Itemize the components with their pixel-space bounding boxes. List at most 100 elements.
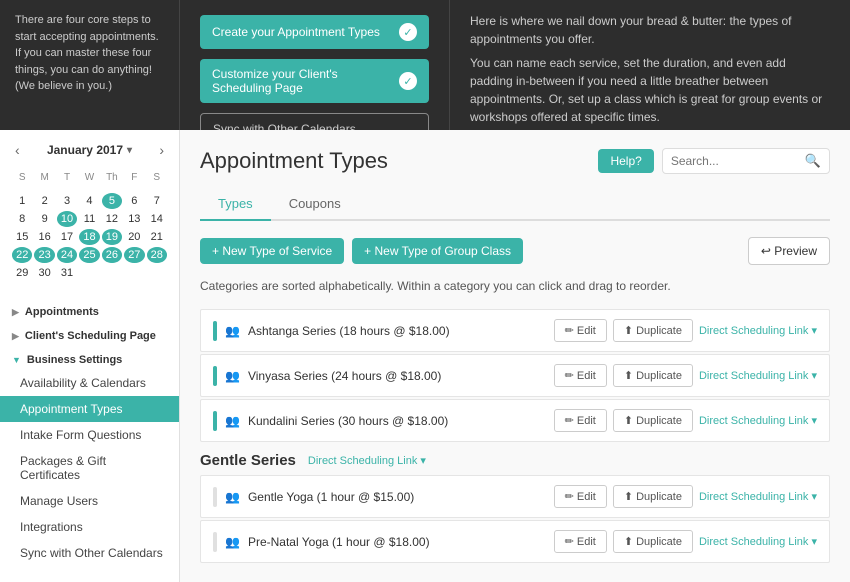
cal-day-t: T [57,170,77,185]
sidebar-item-manage-users[interactable]: Manage Users [0,488,179,514]
cal-day-th: Th [102,170,122,185]
calendar-prev-button[interactable]: ‹ [10,140,25,160]
info-text: Categories are sorted alphabetically. Wi… [200,277,830,295]
group-title: Gentle Series [200,452,296,469]
appointments-caret: ▶ [12,307,19,318]
sidebar-item-availability[interactable]: Availability & Calendars [0,370,179,396]
service-color-bar [213,321,217,341]
step-1-check: ✓ [399,23,417,41]
search-input[interactable] [671,154,801,168]
service-name: Kundalini Series (30 hours @ $18.00) [248,414,448,428]
edit-button-gentle[interactable]: ✏ Edit [554,485,607,508]
calendar-month-arrow: ▾ [127,145,132,156]
service-left: 👥 Ashtanga Series (18 hours @ $18.00) [213,321,450,341]
service-name: Gentle Yoga (1 hour @ $15.00) [248,490,414,504]
group-icon: 👥 [225,324,240,338]
search-icon: 🔍 [805,153,821,169]
services-list: 👥 Ashtanga Series (18 hours @ $18.00) ✏ … [200,309,830,442]
sidebar-section-business[interactable]: ▼ Business Settings [0,346,179,370]
banner-steps: Create your Appointment Types ✓ Customiz… [180,0,450,130]
sidebar-section-appointments[interactable]: ▶ Appointments [0,298,179,322]
banner-right-text: You can name each service, set the durat… [470,54,830,126]
banner-left-text: There are four core steps to start accep… [15,12,164,95]
duplicate-button-0[interactable]: ⬆ Duplicate [613,319,693,342]
service-row-vinyasa: 👥 Vinyasa Series (24 hours @ $18.00) ✏ E… [200,354,830,397]
edit-button-2[interactable]: ✏ Edit [554,409,607,432]
scheduling-caret: ▶ [12,331,19,342]
direct-link-0[interactable]: Direct Scheduling Link ▾ [699,324,817,337]
calendar-next-button[interactable]: › [154,140,169,160]
service-left: 👥 Gentle Yoga (1 hour @ $15.00) [213,487,414,507]
business-caret: ▼ [12,355,21,365]
direct-link-gentle[interactable]: Direct Scheduling Link ▾ [699,490,817,503]
sidebar-item-sync-calendars[interactable]: Sync with Other Calendars [0,540,179,566]
sidebar-appointments-label: Appointments [25,306,99,318]
calendar: ‹ January 2017 ▾ › S M T W Th F S [0,130,179,293]
edit-button-1[interactable]: ✏ Edit [554,364,607,387]
step-2-label: Customize your Client's Scheduling Page [212,67,399,95]
service-actions: ✏ Edit ⬆ Duplicate Direct Scheduling Lin… [554,409,817,432]
service-left: 👥 Pre-Natal Yoga (1 hour @ $18.00) [213,532,430,552]
service-actions: ✏ Edit ⬆ Duplicate Direct Scheduling Lin… [554,530,817,553]
cal-day-f: F [124,170,144,185]
service-left: 👥 Vinyasa Series (24 hours @ $18.00) [213,366,441,386]
new-group-class-button[interactable]: + New Type of Group Class [352,238,523,264]
main-layout: ‹ January 2017 ▾ › S M T W Th F S [0,130,850,582]
sidebar-section-scheduling[interactable]: ▶ Client's Scheduling Page [0,322,179,346]
service-row-prenatal: 👥 Pre-Natal Yoga (1 hour @ $18.00) ✏ Edi… [200,520,830,563]
sidebar-business-label: Business Settings [27,354,122,366]
duplicate-button-prenatal[interactable]: ⬆ Duplicate [613,530,693,553]
page-title: Appointment Types [200,148,388,174]
sidebar-item-intake-form[interactable]: Intake Form Questions [0,422,179,448]
cal-week-2: 1234567 [12,193,167,209]
step-1-label: Create your Appointment Types [212,25,380,39]
search-box[interactable]: 🔍 [662,148,830,174]
service-actions: ✏ Edit ⬆ Duplicate Direct Scheduling Lin… [554,364,817,387]
cal-week-4: 15161718192021 [12,229,167,245]
direct-link-2[interactable]: Direct Scheduling Link ▾ [699,414,817,427]
service-color-bar [213,487,217,507]
service-name: Vinyasa Series (24 hours @ $18.00) [248,369,441,383]
step-1-button[interactable]: Create your Appointment Types ✓ [200,15,429,49]
content-area: Appointment Types Help? 🔍 Types Coupons … [180,130,850,582]
calendar-header: ‹ January 2017 ▾ › [10,140,169,160]
service-left: 👥 Kundalini Series (30 hours @ $18.00) [213,411,448,431]
service-row-ashtanga: 👥 Ashtanga Series (18 hours @ $18.00) ✏ … [200,309,830,352]
tab-coupons[interactable]: Coupons [271,188,359,221]
help-button[interactable]: Help? [598,149,653,173]
action-bar: + New Type of Service + New Type of Grou… [200,237,830,265]
group-icon: 👥 [225,414,240,428]
duplicate-button-2[interactable]: ⬆ Duplicate [613,409,693,432]
edit-button-prenatal[interactable]: ✏ Edit [554,530,607,553]
cal-day-s: S [12,170,32,185]
sidebar-item-packages[interactable]: Packages & Gift Certificates [0,448,179,488]
service-name: Ashtanga Series (18 hours @ $18.00) [248,324,450,338]
sidebar-item-appointment-types[interactable]: Appointment Types [0,396,179,422]
cal-week-5: 22232425262728 [12,247,167,263]
group-icon: 👥 [225,369,240,383]
edit-button-0[interactable]: ✏ Edit [554,319,607,342]
preview-button[interactable]: ↩ Preview [748,237,830,265]
tab-types[interactable]: Types [200,188,271,221]
duplicate-button-gentle[interactable]: ⬆ Duplicate [613,485,693,508]
cal-day-s2: S [147,170,167,185]
service-color-bar [213,411,217,431]
calendar-month[interactable]: January 2017 ▾ [47,143,132,157]
direct-link-1[interactable]: Direct Scheduling Link ▾ [699,369,817,382]
group-direct-link[interactable]: Direct Scheduling Link ▾ [308,454,426,467]
group-services-list: 👥 Gentle Yoga (1 hour @ $15.00) ✏ Edit ⬆… [200,475,830,563]
top-banner: There are four core steps to start accep… [0,0,850,130]
direct-link-prenatal[interactable]: Direct Scheduling Link ▾ [699,535,817,548]
content-header: Appointment Types Help? 🔍 [200,148,830,174]
service-row-kundalini: 👥 Kundalini Series (30 hours @ $18.00) ✏… [200,399,830,442]
header-right: Help? 🔍 [598,148,830,174]
step-2-button[interactable]: Customize your Client's Scheduling Page … [200,59,429,103]
duplicate-button-1[interactable]: ⬆ Duplicate [613,364,693,387]
new-service-button[interactable]: + New Type of Service [200,238,344,264]
sidebar-item-integrations[interactable]: Integrations [0,514,179,540]
action-left: + New Type of Service + New Type of Grou… [200,238,523,264]
service-color-bar [213,532,217,552]
group-icon: 👥 [225,535,240,549]
step-2-check: ✓ [399,72,417,90]
cal-day-w: W [79,170,99,185]
